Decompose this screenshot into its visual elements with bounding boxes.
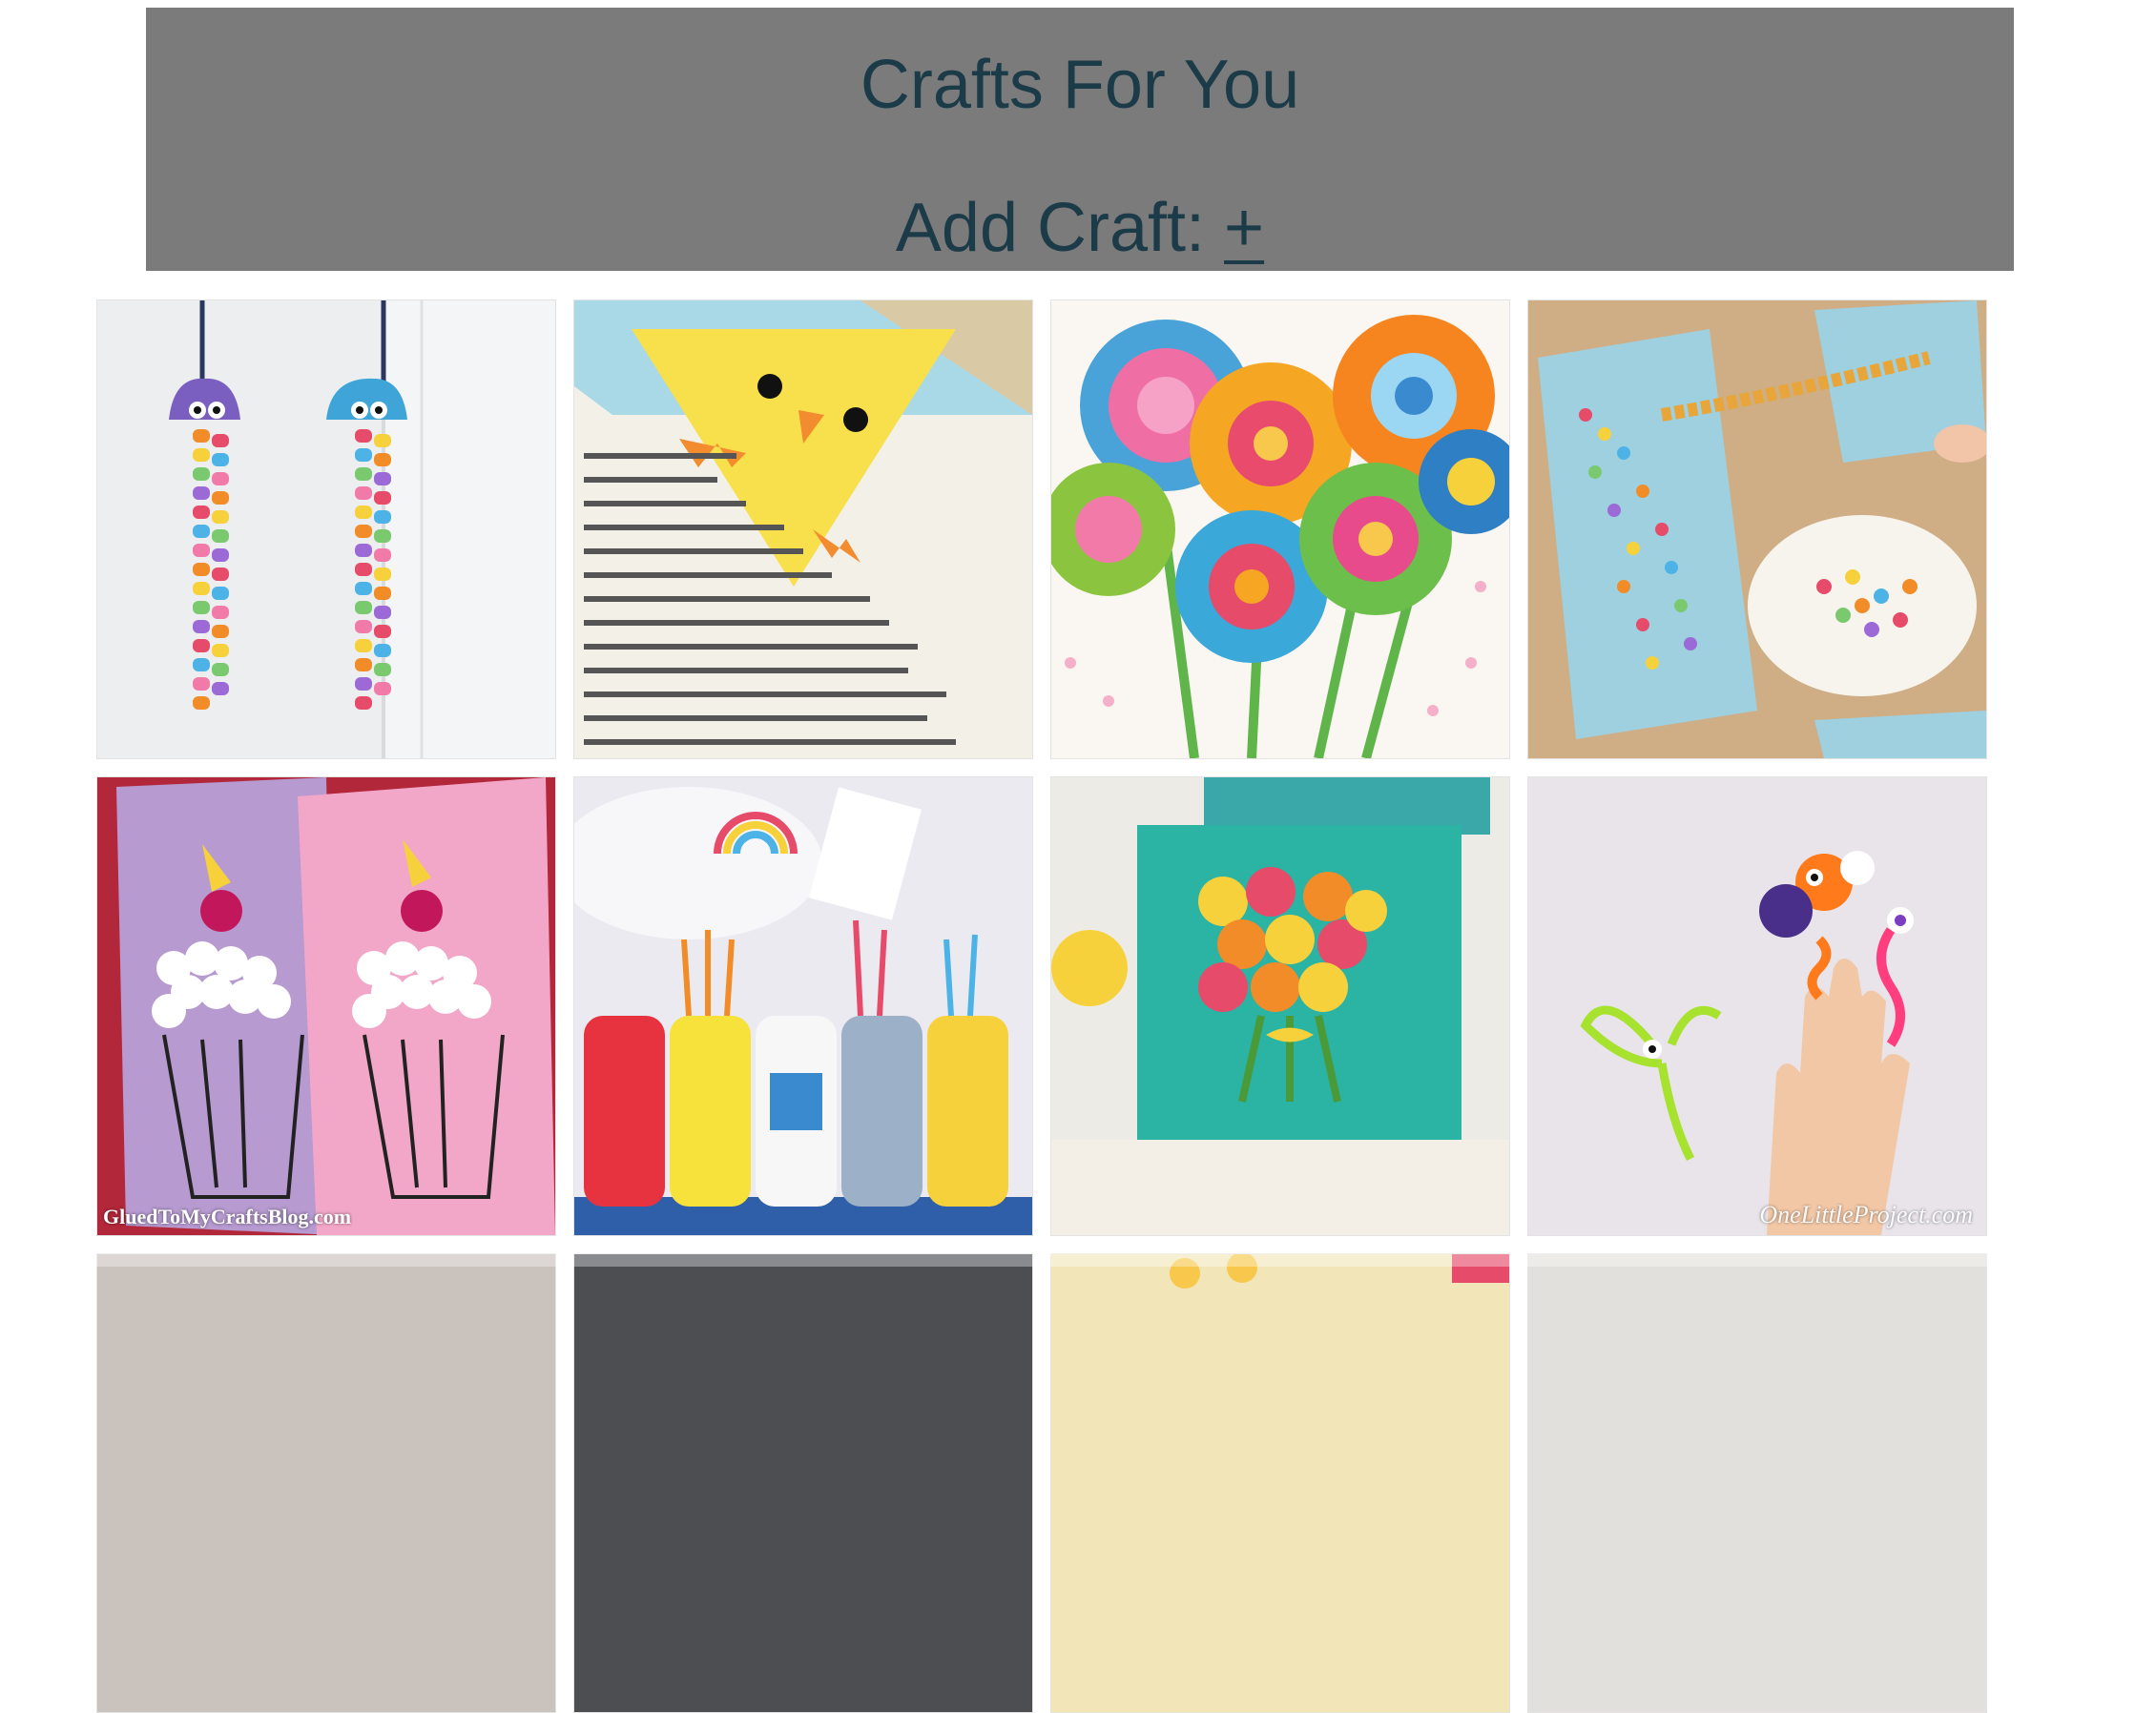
craft-card-row3-4[interactable]: [1527, 1253, 1987, 1713]
page-title: Crafts For You: [860, 47, 1300, 123]
add-craft-row: Add Craft: +: [146, 185, 2014, 271]
craft-image: [1528, 777, 1986, 1235]
craft-card-row3-3[interactable]: [1050, 1253, 1510, 1713]
craft-card-pipe-cleaner-finger-puppets[interactable]: OneLittleProject.com: [1527, 776, 1987, 1236]
page-header: Crafts For You Add Craft: +: [146, 8, 2014, 271]
craft-card-row3-2[interactable]: [573, 1253, 1033, 1713]
craft-image: [97, 1254, 555, 1712]
craft-card-mason-jar-holders[interactable]: [573, 776, 1033, 1236]
craft-image: [1528, 1254, 1986, 1712]
craft-image: [1051, 300, 1509, 758]
craft-card-egg-carton-bouquet[interactable]: [1050, 776, 1510, 1236]
craft-credit: OneLittleProject.com: [1759, 1201, 1973, 1228]
craft-card-unicorn-cupcakes[interactable]: GluedToMyCraftsBlog.com: [96, 776, 556, 1236]
craft-image: [1051, 1254, 1509, 1712]
craft-card-bead-jellyfish[interactable]: [96, 299, 556, 759]
add-craft-label: Add Craft:: [895, 190, 1225, 266]
craft-card-chick-bookmark[interactable]: [573, 299, 1033, 759]
craft-card-felt-flowers[interactable]: [1050, 299, 1510, 759]
craft-image: [1051, 777, 1509, 1235]
craft-image: [97, 777, 555, 1235]
craft-card-row3-1[interactable]: [96, 1253, 556, 1713]
craft-image: [97, 300, 555, 758]
bottom-fade: [0, 1240, 2156, 1267]
craft-image: [1528, 300, 1986, 758]
craft-image: [574, 1254, 1032, 1712]
craft-image: [574, 300, 1032, 758]
craft-credit: GluedToMyCraftsBlog.com: [103, 1205, 352, 1228]
add-craft-button[interactable]: +: [1224, 190, 1264, 266]
craft-image: [574, 777, 1032, 1235]
craft-card-cereal-necklace[interactable]: [1527, 299, 1987, 759]
